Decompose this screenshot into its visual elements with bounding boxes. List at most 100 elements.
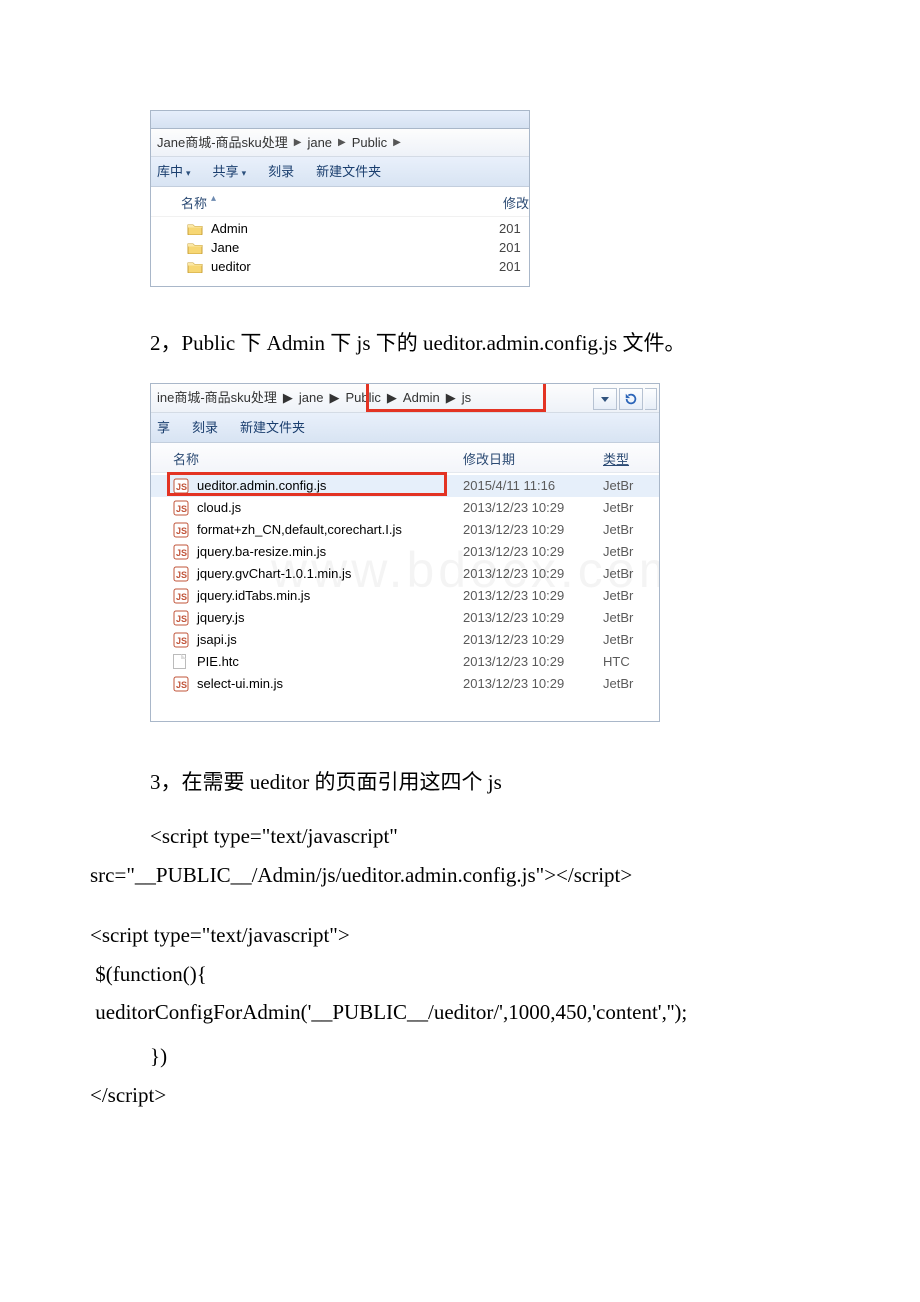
- file-date: 2013/12/23 10:29: [463, 610, 603, 625]
- code-line: $(function(){: [90, 959, 830, 989]
- svg-text:JS: JS: [176, 548, 187, 558]
- toolbar-item-burn[interactable]: 刻录: [192, 413, 218, 442]
- toolbar-item-share[interactable]: 共享: [213, 157, 247, 186]
- js-file-icon: JS: [173, 478, 191, 494]
- chevron-right-icon: ▶: [330, 384, 340, 412]
- list-item[interactable]: JS jsapi.js 2013/12/23 10:29 JetBr: [151, 629, 659, 651]
- list-item[interactable]: JS jquery.idTabs.min.js 2013/12/23 10:29…: [151, 585, 659, 607]
- column-type[interactable]: 类型: [603, 449, 659, 468]
- extra-button[interactable]: [645, 388, 657, 410]
- history-dropdown-button[interactable]: [593, 388, 617, 410]
- file-date: 2013/12/23 10:29: [463, 676, 603, 691]
- code-line: }): [90, 1041, 830, 1071]
- list-item[interactable]: JS jquery.gvChart-1.0.1.min.js 2013/12/2…: [151, 563, 659, 585]
- list-item[interactable]: JS ueditor.admin.config.js 2015/4/11 11:…: [151, 475, 659, 497]
- js-file-icon: JS: [173, 588, 191, 604]
- file-type: JetBr: [603, 610, 659, 625]
- file-type: JetBr: [603, 676, 659, 691]
- js-file-icon: JS: [173, 522, 191, 538]
- file-date: 2013/12/23 10:29: [463, 500, 603, 515]
- refresh-button[interactable]: [619, 388, 643, 410]
- column-headers: 名称 修改: [151, 187, 529, 217]
- file-name: ueditor: [211, 259, 499, 274]
- file-date: 2013/12/23 10:29: [463, 632, 603, 647]
- column-name[interactable]: 名称: [173, 449, 463, 468]
- list-item[interactable]: JS cloud.js 2013/12/23 10:29 JetBr: [151, 497, 659, 519]
- file-type: JetBr: [603, 632, 659, 647]
- js-file-icon: JS: [173, 544, 191, 560]
- svg-text:JS: JS: [176, 482, 187, 492]
- folder-icon: [187, 222, 205, 235]
- js-file-icon: JS: [173, 676, 191, 692]
- breadcrumb-seg[interactable]: Jane商城-商品sku处理: [157, 129, 288, 157]
- file-name: jquery.js: [197, 610, 463, 625]
- folder-icon: [187, 260, 205, 273]
- chevron-right-icon: ▶: [446, 384, 456, 412]
- file-name: format+zh_CN,default,corechart.I.js: [197, 522, 463, 537]
- code-line: <script type="text/javascript": [90, 821, 830, 851]
- list-item[interactable]: JS jquery.ba-resize.min.js 2013/12/23 10…: [151, 541, 659, 563]
- svg-text:JS: JS: [176, 614, 187, 624]
- file-name: jquery.gvChart-1.0.1.min.js: [197, 566, 463, 581]
- toolbar-item-burn[interactable]: 刻录: [268, 157, 294, 186]
- file-date: 2013/12/23 10:29: [463, 654, 603, 669]
- file-name: cloud.js: [197, 500, 463, 515]
- list-item[interactable]: Admin 201: [151, 219, 529, 238]
- chevron-right-icon: ▶: [393, 129, 401, 157]
- list-item[interactable]: JS format+zh_CN,default,corechart.I.js 2…: [151, 519, 659, 541]
- file-name: Admin: [211, 221, 499, 236]
- breadcrumb-seg[interactable]: js: [462, 384, 471, 412]
- paragraph-step-3: 3，在需要 ueditor 的页面引用这四个 js: [150, 766, 830, 800]
- file-date: 2013/12/23 10:29: [463, 588, 603, 603]
- breadcrumb-seg[interactable]: jane: [307, 129, 332, 157]
- refresh-icon: [624, 392, 638, 406]
- file-name: jquery.idTabs.min.js: [197, 588, 463, 603]
- file-type: JetBr: [603, 478, 659, 493]
- svg-text:JS: JS: [176, 526, 187, 536]
- file-date: 201: [499, 240, 529, 255]
- file-list: Admin 201 Jane 201 ueditor 201: [151, 217, 529, 286]
- breadcrumb-bar[interactable]: ine商城-商品sku处理 ▶ jane ▶ Public ▶ Admin ▶ …: [151, 384, 659, 413]
- code-line: </script>: [90, 1080, 830, 1110]
- file-type: JetBr: [603, 566, 659, 581]
- file-name: select-ui.min.js: [197, 676, 463, 691]
- toolbar-item-library[interactable]: 库中: [157, 157, 191, 186]
- code-line: src="__PUBLIC__/Admin/js/ueditor.admin.c…: [90, 860, 830, 890]
- file-type: JetBr: [603, 544, 659, 559]
- chevron-right-icon: ▶: [283, 384, 293, 412]
- file-date: 2013/12/23 10:29: [463, 544, 603, 559]
- paragraph-step-2: 2，Public 下 Admin 下 js 下的 ueditor.admin.c…: [150, 327, 830, 361]
- file-date: 201: [499, 221, 529, 236]
- file-name: ueditor.admin.config.js: [197, 478, 463, 493]
- toolbar-item-newfolder[interactable]: 新建文件夹: [240, 413, 305, 442]
- list-item[interactable]: ueditor 201: [151, 257, 529, 276]
- column-name[interactable]: 名称: [181, 193, 503, 212]
- toolbar: 库中 共享 刻录 新建文件夹: [151, 157, 529, 187]
- file-type: HTC: [603, 654, 659, 669]
- breadcrumb-bar[interactable]: Jane商城-商品sku处理 ▶ jane ▶ Public ▶: [151, 129, 529, 157]
- list-item[interactable]: Jane 201: [151, 238, 529, 257]
- file-name: jsapi.js: [197, 632, 463, 647]
- column-modified[interactable]: 修改日期: [463, 449, 603, 468]
- list-item[interactable]: JS jquery.js 2013/12/23 10:29 JetBr: [151, 607, 659, 629]
- folder-icon: [187, 241, 205, 254]
- chevron-right-icon: ▶: [294, 129, 302, 157]
- column-modified[interactable]: 修改: [503, 193, 529, 212]
- svg-text:JS: JS: [176, 636, 187, 646]
- toolbar-item-share[interactable]: 享: [157, 413, 170, 442]
- file-name: PIE.htc: [197, 654, 463, 669]
- chevron-right-icon: ▶: [338, 129, 346, 157]
- file-name: jquery.ba-resize.min.js: [197, 544, 463, 559]
- breadcrumb-seg[interactable]: ine商城-商品sku处理: [157, 384, 277, 412]
- document-page: Jane商城-商品sku处理 ▶ jane ▶ Public ▶ 库中 共享 刻…: [0, 0, 920, 1158]
- breadcrumb-seg[interactable]: Public: [352, 129, 387, 157]
- breadcrumb-seg[interactable]: jane: [299, 384, 324, 412]
- breadcrumb-seg[interactable]: Admin: [403, 384, 440, 412]
- list-item[interactable]: PIE.htc 2013/12/23 10:29 HTC: [151, 651, 659, 673]
- toolbar-item-newfolder[interactable]: 新建文件夹: [316, 157, 381, 186]
- titlebar: [151, 111, 529, 129]
- js-file-icon: JS: [173, 500, 191, 516]
- list-item[interactable]: JS select-ui.min.js 2013/12/23 10:29 Jet…: [151, 673, 659, 695]
- breadcrumb-seg[interactable]: Public: [346, 384, 381, 412]
- column-headers: 名称 修改日期 类型: [151, 443, 659, 473]
